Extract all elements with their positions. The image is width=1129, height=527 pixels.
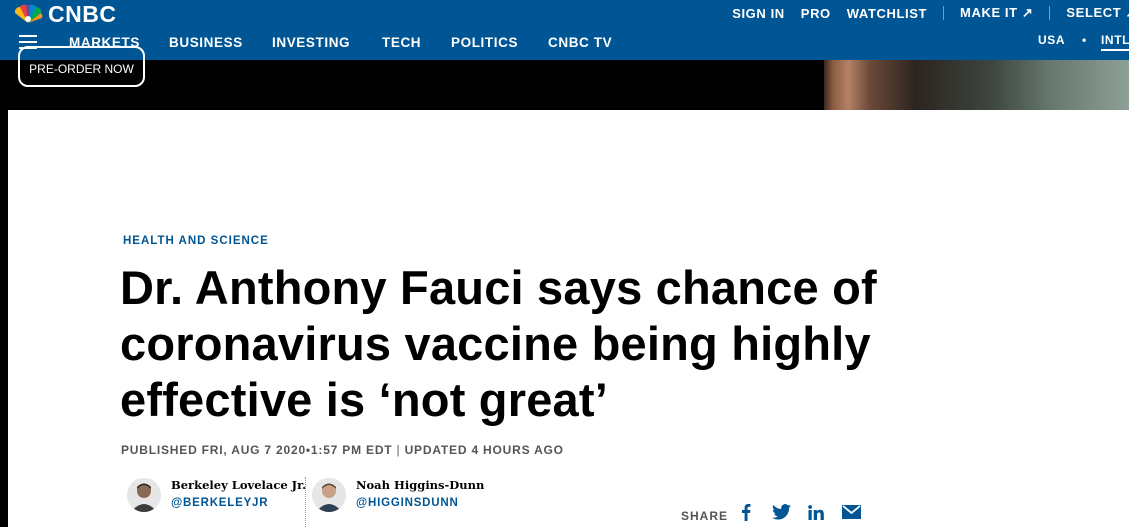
divider: [943, 6, 945, 20]
article-category[interactable]: HEALTH AND SCIENCE: [123, 235, 269, 247]
divider: [1049, 6, 1051, 20]
ad-image: [824, 60, 1129, 110]
author-name[interactable]: Noah Higgins-Dunn: [356, 478, 484, 492]
author-name[interactable]: Berkeley Lovelace Jr.: [171, 478, 306, 492]
region-intl[interactable]: INTL: [1101, 33, 1129, 51]
utility-links: SIGN IN PRO WATCHLIST MAKE IT ↗ SELECT ↗: [716, 5, 1129, 21]
updated-time: UPDATED 4 HOURS AGO: [404, 443, 564, 457]
author-avatar[interactable]: [312, 478, 346, 512]
article-timestamp: PUBLISHED FRI, AUG 7 2020•1:57 PM EDT | UP…: [121, 443, 564, 457]
nav-tech[interactable]: TECH: [382, 35, 421, 50]
author-divider: [305, 477, 307, 527]
linkedin-icon[interactable]: [807, 501, 825, 523]
author-handle[interactable]: @BERKELEYJR: [171, 497, 306, 509]
author-handle[interactable]: @HIGGINSDUNN: [356, 497, 484, 509]
sign-in-link[interactable]: SIGN IN: [732, 6, 785, 21]
select-link[interactable]: SELECT ↗: [1066, 5, 1129, 21]
nav-business[interactable]: BUSINESS: [169, 35, 243, 50]
author-byline: Berkeley Lovelace Jr. @BERKELEYJR: [127, 478, 306, 512]
watchlist-link[interactable]: WATCHLIST: [847, 6, 927, 21]
header-bar: CNBC SIGN IN PRO WATCHLIST MAKE IT ↗ SEL…: [0, 0, 1129, 60]
article-headline: Dr. Anthony Fauci says chance of coronav…: [120, 261, 877, 426]
region-separator: •: [1082, 33, 1087, 47]
twitter-icon[interactable]: [771, 501, 791, 523]
author-byline: Noah Higgins-Dunn @HIGGINSDUNN: [312, 478, 484, 512]
brand-wordmark: CNBC: [48, 0, 117, 27]
cnbc-logo[interactable]: CNBC: [12, 0, 117, 27]
author-avatar[interactable]: [127, 478, 161, 512]
region-usa[interactable]: USA: [1038, 33, 1065, 47]
nav-investing[interactable]: INVESTING: [272, 35, 350, 50]
email-icon[interactable]: [841, 501, 861, 523]
share-label: SHARE: [681, 509, 729, 523]
nav-cnbc-tv[interactable]: CNBC TV: [548, 35, 612, 50]
published-time: PUBLISHED FRI, AUG 7 2020•1:57 PM EDT: [121, 443, 393, 457]
pro-link[interactable]: PRO: [801, 6, 831, 21]
facebook-icon[interactable]: [738, 501, 754, 523]
peacock-icon: [14, 4, 43, 24]
make-it-link[interactable]: MAKE IT ↗: [960, 5, 1033, 21]
pre-order-button[interactable]: PRE-ORDER NOW: [18, 46, 145, 87]
nav-politics[interactable]: POLITICS: [451, 35, 518, 50]
